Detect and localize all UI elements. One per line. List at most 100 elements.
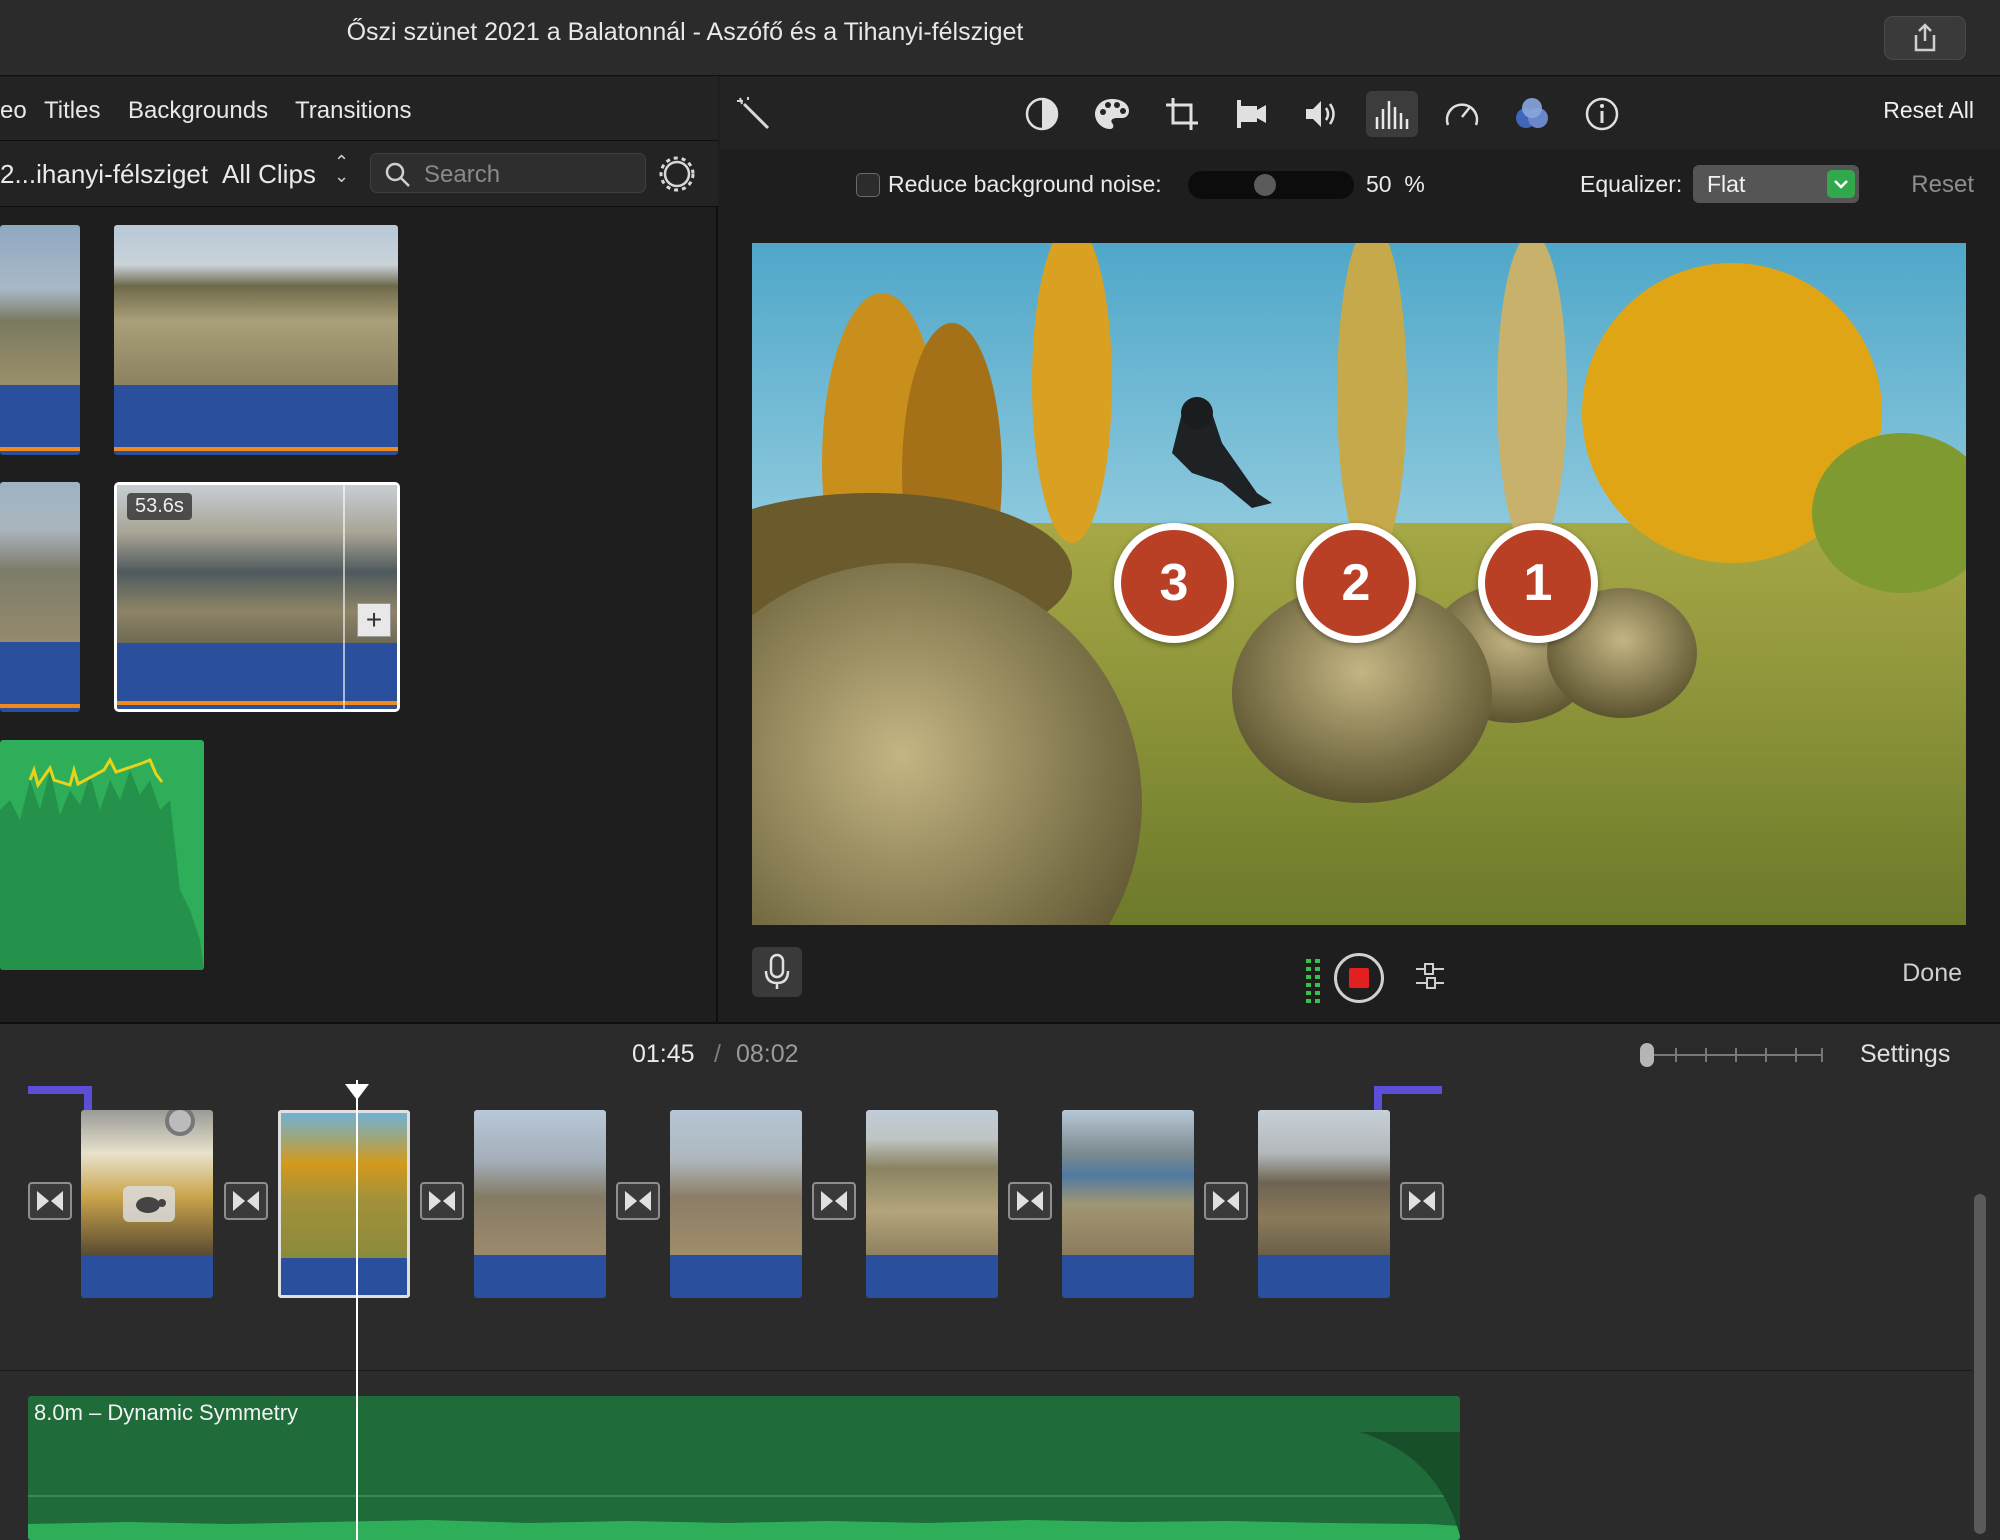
stabilization-button[interactable] <box>1226 91 1278 137</box>
search-icon <box>385 162 410 187</box>
reset-button[interactable]: Reset <box>1911 171 1974 199</box>
equalizer-button[interactable] <box>1366 91 1418 137</box>
transition-button[interactable] <box>1008 1182 1052 1220</box>
chevron-down-icon <box>1827 170 1855 198</box>
browser-tabs: eo Titles Backgrounds Transitions <box>0 77 718 141</box>
palette-icon <box>1095 99 1129 129</box>
info-icon <box>1585 97 1619 131</box>
transition-icon <box>625 1191 651 1211</box>
voiceover-options-icon[interactable] <box>1414 961 1446 991</box>
transition-button[interactable] <box>812 1182 856 1220</box>
timeline-clip[interactable] <box>866 1110 998 1298</box>
reduce-noise-checkbox[interactable] <box>856 173 880 197</box>
transition-button[interactable] <box>1204 1182 1248 1220</box>
share-button[interactable] <box>1884 16 1966 60</box>
equalizer-value: Flat <box>1707 171 1746 197</box>
library-name[interactable]: 2...ihanyi-félsziget <box>0 159 208 190</box>
time-separator: / <box>714 1040 721 1068</box>
browser-toolbar: 2...ihanyi-félsziget All Clips ⌃ ⌄ Search <box>0 141 718 207</box>
share-icon <box>1914 23 1936 52</box>
color-balance-button[interactable] <box>1016 91 1068 137</box>
browser-clip[interactable] <box>0 225 80 455</box>
voiceover-button[interactable] <box>752 947 802 997</box>
browser-clip[interactable] <box>0 482 80 712</box>
clip-duration-badge: 53.6s <box>127 493 192 520</box>
speed-button[interactable] <box>1436 91 1488 137</box>
music-clip[interactable]: 8.0m – Dynamic Symmetry <box>28 1396 1460 1540</box>
volume-button[interactable] <box>1296 91 1348 137</box>
filter-circles-icon <box>1516 98 1548 128</box>
tab-backgrounds[interactable]: Backgrounds <box>128 97 268 125</box>
timeline-clip[interactable] <box>670 1110 802 1298</box>
gear-icon[interactable] <box>658 155 696 193</box>
audio-waveform <box>0 756 204 970</box>
noise-percentage: 50 % <box>1366 171 1425 198</box>
crop-button[interactable] <box>1156 91 1208 137</box>
add-clip-icon[interactable]: + <box>357 603 391 637</box>
timeline-clip[interactable] <box>1258 1110 1390 1298</box>
reset-all-button[interactable]: Reset All <box>1883 97 1974 124</box>
timeline-settings-button[interactable]: Settings <box>1860 1040 1950 1069</box>
playhead-handle-icon[interactable] <box>345 1084 369 1100</box>
transition-button[interactable] <box>28 1182 72 1220</box>
transition-icon <box>1017 1191 1043 1211</box>
tab-transitions[interactable]: Transitions <box>295 97 411 125</box>
search-field[interactable]: Search <box>370 153 646 193</box>
color-balance-icon <box>1025 97 1059 131</box>
clip-filter-button[interactable] <box>1506 91 1558 137</box>
crop-icon <box>1166 98 1198 130</box>
inspector-toolbar: Reset All <box>720 77 2000 149</box>
transition-icon <box>1409 1191 1435 1211</box>
timeline-zoom-slider[interactable] <box>1640 1042 1826 1068</box>
viewer-panel: Reset All Reduce background noise: 50 % … <box>720 77 2000 1022</box>
record-button[interactable] <box>1334 953 1384 1003</box>
timeline-clip[interactable] <box>81 1110 213 1298</box>
record-stop-icon <box>1349 968 1369 988</box>
camera-icon <box>1237 100 1266 128</box>
playhead[interactable] <box>356 1080 358 1540</box>
window-title: Őszi szünet 2021 a Balatonnál - Aszófő é… <box>346 18 1024 46</box>
transition-button[interactable] <box>420 1182 464 1220</box>
music-waveform <box>28 1432 1460 1540</box>
timeline-scrollbar[interactable] <box>1974 1194 1986 1534</box>
clip-filter[interactable]: All Clips <box>222 159 316 190</box>
equalizer-select[interactable]: Flat <box>1693 165 1859 203</box>
transition-icon <box>37 1191 63 1211</box>
timeline: 8.0m – Dynamic Symmetry <box>0 1080 2000 1540</box>
magic-wand-icon <box>737 97 770 130</box>
browser-clip[interactable] <box>114 225 398 455</box>
equalizer-label: Equalizer: <box>1580 171 1683 197</box>
noise-unit: % <box>1404 171 1425 197</box>
clip-info-button[interactable] <box>1576 91 1628 137</box>
timeline-clip[interactable] <box>474 1110 606 1298</box>
noise-value: 50 <box>1366 171 1392 197</box>
color-correction-button[interactable] <box>1086 91 1138 137</box>
browser-clip-selected[interactable]: 53.6s + <box>114 482 400 712</box>
magic-wand-button[interactable] <box>728 91 780 137</box>
noise-slider[interactable] <box>1188 171 1354 199</box>
timeline-clip-selected[interactable] <box>278 1110 410 1298</box>
slow-motion-icon <box>123 1186 175 1222</box>
media-browser: eo Titles Backgrounds Transitions 2...ih… <box>0 77 718 1022</box>
done-button[interactable]: Done <box>1902 959 1962 988</box>
reduce-noise-label: Reduce background noise: <box>888 171 1162 197</box>
transition-button[interactable] <box>224 1182 268 1220</box>
current-time: 01:45 <box>632 1040 695 1068</box>
tab-titles[interactable]: Titles <box>44 97 100 125</box>
transition-button[interactable] <box>616 1182 660 1220</box>
audio-equalizer-icon <box>1375 101 1409 129</box>
timeline-header: 01:45 / 08:02 Settings <box>0 1022 2000 1080</box>
filter-updown-icon[interactable]: ⌃ ⌄ <box>334 153 349 185</box>
microphone-icon <box>764 953 790 989</box>
tab-video[interactable]: eo <box>0 97 27 125</box>
search-placeholder: Search <box>424 161 501 188</box>
timeline-clip[interactable] <box>1062 1110 1194 1298</box>
slider-knob[interactable] <box>1254 174 1276 196</box>
viewer-preview: 3 2 1 <box>752 243 1966 925</box>
transition-button[interactable] <box>1400 1182 1444 1220</box>
callout-badge: 1 <box>1478 523 1598 643</box>
transition-icon <box>233 1191 259 1211</box>
transition-icon <box>1213 1191 1239 1211</box>
browser-audio-clip[interactable] <box>0 740 204 970</box>
total-time: 08:02 <box>736 1040 799 1068</box>
